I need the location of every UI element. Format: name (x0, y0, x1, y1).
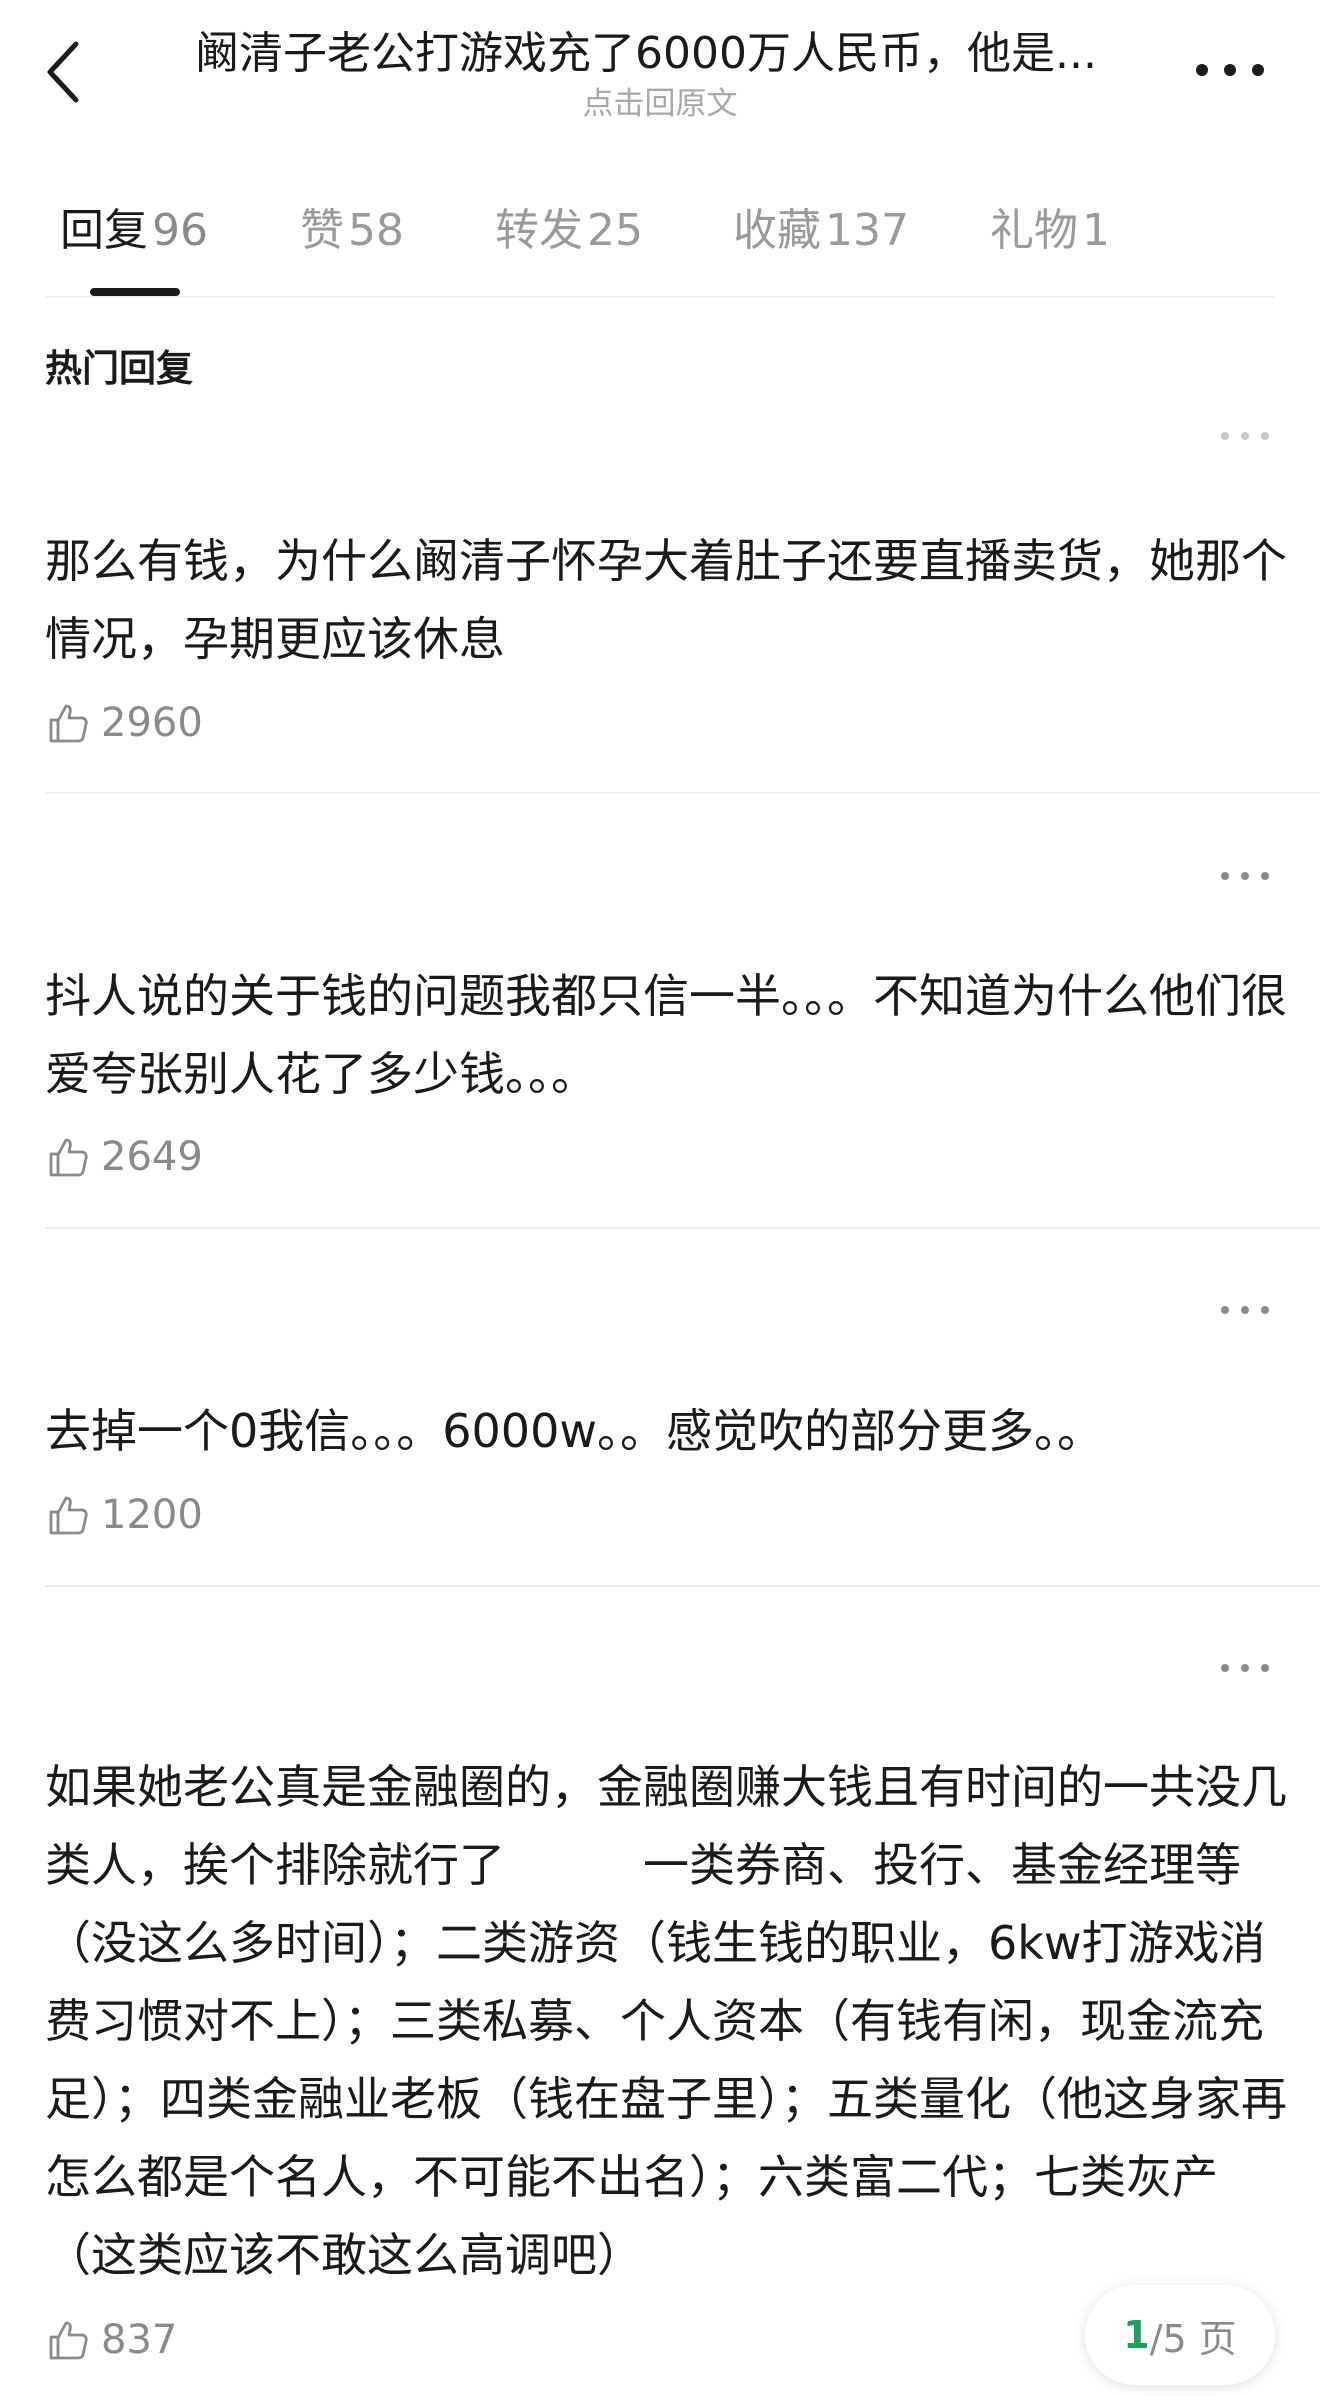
comment-item[interactable]: 如果她老公真是金融圈的，金融圈赚大钱且有时间的一共没几类人，挨个排除就行了 一类… (45, 1588, 1320, 2396)
tab-count: 1 (1082, 205, 1110, 256)
like-count: 2649 (101, 1134, 203, 1180)
comment-item[interactable]: 那么有钱，为什么阚清子怀孕大着肚子还要直播卖货，她那个情况，孕期更应该休息 29… (45, 410, 1320, 795)
tab-label: 回复 (60, 205, 148, 256)
tab-likes[interactable]: 赞58 (300, 195, 404, 267)
comment-text: 抖人说的关于钱的问题我都只信一半。。。不知道为什么他们很爱夸张别人花了多少钱。。… (45, 969, 1287, 1101)
more-dots-icon (1221, 872, 1269, 880)
section-title: 热门回复 (45, 347, 193, 390)
tab-label: 礼物 (990, 205, 1078, 256)
comment-item[interactable]: 抖人说的关于钱的问题我都只信一半。。。不知道为什么他们很爱夸张别人花了多少钱。。… (45, 795, 1320, 1230)
like-button[interactable]: 837 (45, 2310, 177, 2370)
comment-text: 去掉一个0我信。。。6000w。。感觉吹的部分更多。。 (45, 1404, 1103, 1458)
divider (45, 1227, 1320, 1229)
like-count: 2960 (101, 700, 203, 746)
tab-label: 赞 (300, 205, 344, 256)
comment-more-button[interactable] (1215, 1298, 1275, 1322)
back-to-original-link[interactable]: 点击回原文 (0, 78, 1320, 123)
tab-favorites[interactable]: 收藏137 (733, 195, 909, 267)
comments-page: 阚清子老公打游戏充了6000万人民币，他是... 点击回原文 回复96 赞58 … (0, 0, 1320, 2396)
thumbs-up-icon (49, 1138, 88, 1177)
tab-label: 收藏 (733, 205, 821, 256)
tab-count: 58 (348, 205, 404, 256)
like-count: 837 (101, 2317, 178, 2363)
thumbs-up-icon (49, 1496, 88, 1535)
active-tab-indicator (90, 288, 180, 296)
tab-bar: 回复96 赞58 转发25 收藏137 礼物1 (0, 195, 1320, 295)
like-count: 1200 (101, 1492, 203, 1538)
more-options-button[interactable] (1190, 50, 1270, 90)
tab-count: 25 (587, 205, 643, 256)
more-dots-icon (1196, 64, 1264, 76)
tab-gifts[interactable]: 礼物1 (990, 195, 1110, 267)
thumbs-up-icon (49, 704, 88, 743)
tab-count: 96 (152, 205, 208, 256)
thumbs-up-icon (49, 2321, 88, 2360)
like-button[interactable]: 2649 (45, 1127, 203, 1187)
comment-more-button[interactable] (1215, 864, 1275, 888)
more-dots-icon (1221, 1664, 1269, 1672)
tab-reposts[interactable]: 转发25 (495, 195, 643, 267)
comment-text: 那么有钱，为什么阚清子怀孕大着肚子还要直播卖货，她那个情况，孕期更应该休息 (45, 534, 1287, 666)
divider (45, 1585, 1320, 1587)
tab-replies[interactable]: 回复96 (60, 195, 208, 267)
divider (45, 792, 1320, 794)
comment-text: 如果她老公真是金融圈的，金融圈赚大钱且有时间的一共没几类人，挨个排除就行了 一类… (45, 1760, 1287, 2282)
comment-more-button[interactable] (1215, 424, 1275, 448)
like-button[interactable]: 2960 (45, 693, 203, 753)
divider (45, 296, 1275, 298)
like-button[interactable]: 1200 (45, 1485, 203, 1545)
tab-label: 转发 (495, 205, 583, 256)
more-dots-icon (1221, 432, 1269, 440)
tab-count: 137 (825, 205, 909, 256)
top-bar: 阚清子老公打游戏充了6000万人民币，他是... 点击回原文 (0, 0, 1320, 140)
page-title[interactable]: 阚清子老公打游戏充了6000万人民币，他是... (195, 26, 1135, 82)
more-dots-icon (1221, 1306, 1269, 1314)
total-pages: /5 页 (1149, 2316, 1237, 2361)
comment-more-button[interactable] (1215, 1656, 1275, 1680)
comment-item[interactable]: 去掉一个0我信。。。6000w。。感觉吹的部分更多。。 1200 (45, 1230, 1320, 1588)
page-indicator[interactable]: 1/5 页 (1085, 2285, 1275, 2385)
current-page: 1 (1123, 2313, 1150, 2357)
